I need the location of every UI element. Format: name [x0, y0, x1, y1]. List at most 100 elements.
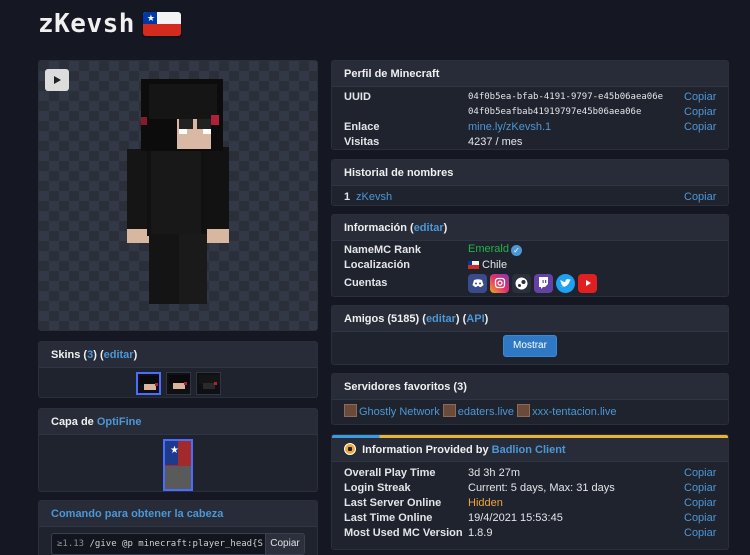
- play-time-value: 3d 3h 27m: [468, 466, 520, 479]
- friends-card: Amigos (5185) (editar) (API) Mostrar: [331, 305, 729, 365]
- uuid-compact-value: 04f0b5eafbab41919797e45b06aea06e: [468, 106, 642, 117]
- name-history-title: Historial de nombres: [332, 160, 728, 186]
- skins-title: Skins: [51, 349, 81, 361]
- command-text: /give @p minecraft:player_head{S: [89, 539, 263, 549]
- badlion-title: Information Provided by: [362, 444, 489, 456]
- profile-title: Perfil de Minecraft: [332, 61, 728, 87]
- name-index: 1: [344, 190, 351, 203]
- last-online-value: 19/4/2021 15:53:45: [468, 511, 563, 524]
- discord-icon[interactable]: [468, 273, 487, 293]
- server-link[interactable]: xxx-tentacion.live: [532, 406, 616, 418]
- profile-card: Perfil de Minecraft UUID 04f0b5ea-bfab-4…: [331, 60, 729, 150]
- mc-version-value: 1.8.9: [468, 526, 493, 539]
- info-header: Información (editar): [332, 215, 728, 241]
- servers-card: Servidores favoritos (3) Ghostly Network…: [331, 373, 729, 425]
- name-history-card: Historial de nombres 1 zKevsh Copiar: [331, 159, 729, 206]
- steam-icon[interactable]: [512, 273, 531, 293]
- cape-image[interactable]: ★: [163, 439, 193, 491]
- rank-label: NameMC Rank: [344, 243, 422, 256]
- location-value[interactable]: Chile: [482, 259, 507, 271]
- badlion-icon: [344, 443, 356, 455]
- copy-login-streak-button[interactable]: Copiar: [684, 482, 716, 494]
- play-time-label: Overall Play Time: [344, 466, 436, 479]
- page-header: zKevsh ★: [38, 4, 181, 44]
- chile-flag-icon: [468, 260, 479, 269]
- verified-check-icon: ✓: [510, 245, 522, 256]
- skin-viewer[interactable]: [38, 60, 318, 331]
- last-server-label: Last Server Online: [344, 496, 442, 509]
- skins-card: Skins (3) (editar): [38, 341, 318, 398]
- copy-link-button[interactable]: Copiar: [684, 121, 716, 133]
- page-title: zKevsh: [38, 9, 135, 39]
- copy-uuid-button[interactable]: Copiar: [684, 91, 716, 103]
- chile-flag-icon: ★: [142, 12, 181, 36]
- server-icon: [517, 404, 531, 417]
- play-icon: [54, 76, 61, 84]
- visits-label: Visitas: [344, 135, 380, 148]
- info-card: Información (editar) NameMC Rank Emerald…: [331, 214, 729, 297]
- server-item[interactable]: xxx-tentacion.live: [517, 404, 616, 418]
- skin-thumb[interactable]: [135, 372, 161, 395]
- accounts-label: Cuentas: [344, 277, 388, 289]
- login-streak-value: Current: 5 days, Max: 31 days: [468, 481, 615, 494]
- server-link[interactable]: Ghostly Network: [359, 406, 440, 418]
- profile-link[interactable]: mine.ly/zKevsh.1: [468, 121, 684, 133]
- skin-thumb[interactable]: [165, 372, 191, 395]
- info-edit-link[interactable]: editar: [414, 222, 444, 234]
- servers-title: Servidores favoritos (3): [332, 374, 728, 400]
- twitter-icon[interactable]: [556, 273, 575, 293]
- last-online-label: Last Time Online: [344, 511, 433, 524]
- server-item[interactable]: Ghostly Network: [344, 404, 440, 418]
- server-link[interactable]: edaters.live: [458, 406, 514, 418]
- skins-edit-link[interactable]: editar: [104, 349, 134, 361]
- youtube-icon[interactable]: [578, 273, 597, 293]
- head-command-title[interactable]: Comando para obtener la cabeza: [39, 501, 317, 527]
- login-streak-label: Login Streak: [344, 481, 411, 494]
- play-animation-button[interactable]: [45, 69, 69, 91]
- cape-header: Capa de OptiFine: [39, 409, 317, 435]
- skins-count-link[interactable]: 3: [87, 349, 93, 361]
- badlion-header: Information Provided by Badlion Client: [332, 438, 728, 462]
- show-friends-button[interactable]: Mostrar: [503, 335, 557, 357]
- name-history-link[interactable]: zKevsh: [356, 191, 684, 203]
- info-title: Información: [344, 222, 407, 234]
- command-row: ≥1.13 /give @p minecraft:player_head{S C…: [51, 533, 305, 555]
- mc-version-label: Most Used MC Version: [344, 526, 463, 539]
- server-icon: [344, 404, 357, 417]
- copy-mc-version-button[interactable]: Copiar: [684, 527, 716, 539]
- friends-header: Amigos (5185) (editar) (API): [332, 306, 728, 332]
- copy-last-online-button[interactable]: Copiar: [684, 512, 716, 524]
- visits-value: 4237 / mes: [468, 135, 523, 148]
- last-server-value: Hidden: [468, 496, 503, 509]
- instagram-icon[interactable]: [490, 273, 509, 293]
- location-label: Localización: [344, 258, 411, 271]
- social-accounts: [468, 273, 716, 293]
- server-item[interactable]: edaters.live: [442, 404, 514, 418]
- twitch-icon[interactable]: [534, 273, 553, 293]
- friends-title: Amigos (5185): [344, 313, 420, 325]
- cape-card: Capa de OptiFine ★: [38, 408, 318, 492]
- copy-last-server-button[interactable]: Copiar: [684, 497, 716, 509]
- copy-command-button[interactable]: Copiar: [265, 533, 305, 555]
- server-icon: [442, 404, 456, 417]
- friends-api-link[interactable]: API: [466, 313, 484, 325]
- skin-thumb[interactable]: [195, 372, 221, 395]
- friends-edit-link[interactable]: editar: [426, 313, 456, 325]
- copy-uuid-compact-button[interactable]: Copiar: [684, 106, 716, 118]
- copy-play-time-button[interactable]: Copiar: [684, 467, 716, 479]
- link-label: Enlace: [344, 120, 380, 133]
- skin-3d-render[interactable]: [119, 79, 244, 309]
- command-field[interactable]: ≥1.13 /give @p minecraft:player_head{S: [51, 533, 265, 555]
- optifine-link[interactable]: OptiFine: [97, 416, 142, 428]
- badlion-card: Information Provided by Badlion Client O…: [331, 434, 729, 550]
- uuid-value: 04f0b5ea-bfab-4191-9797-e45b06aea06e: [468, 91, 664, 102]
- name-history-row: 1 zKevsh Copiar: [344, 189, 716, 204]
- cape-title: Capa de: [51, 416, 94, 428]
- head-command-card: Comando para obtener la cabeza ≥1.13 /gi…: [38, 500, 318, 555]
- version-label: ≥1.13: [57, 539, 85, 549]
- skins-header: Skins (3) (editar): [39, 342, 317, 368]
- copy-name-button[interactable]: Copiar: [684, 191, 716, 203]
- skins-list: [39, 368, 317, 395]
- rank-value[interactable]: Emerald: [468, 243, 509, 255]
- badlion-client-link[interactable]: Badlion Client: [492, 444, 566, 456]
